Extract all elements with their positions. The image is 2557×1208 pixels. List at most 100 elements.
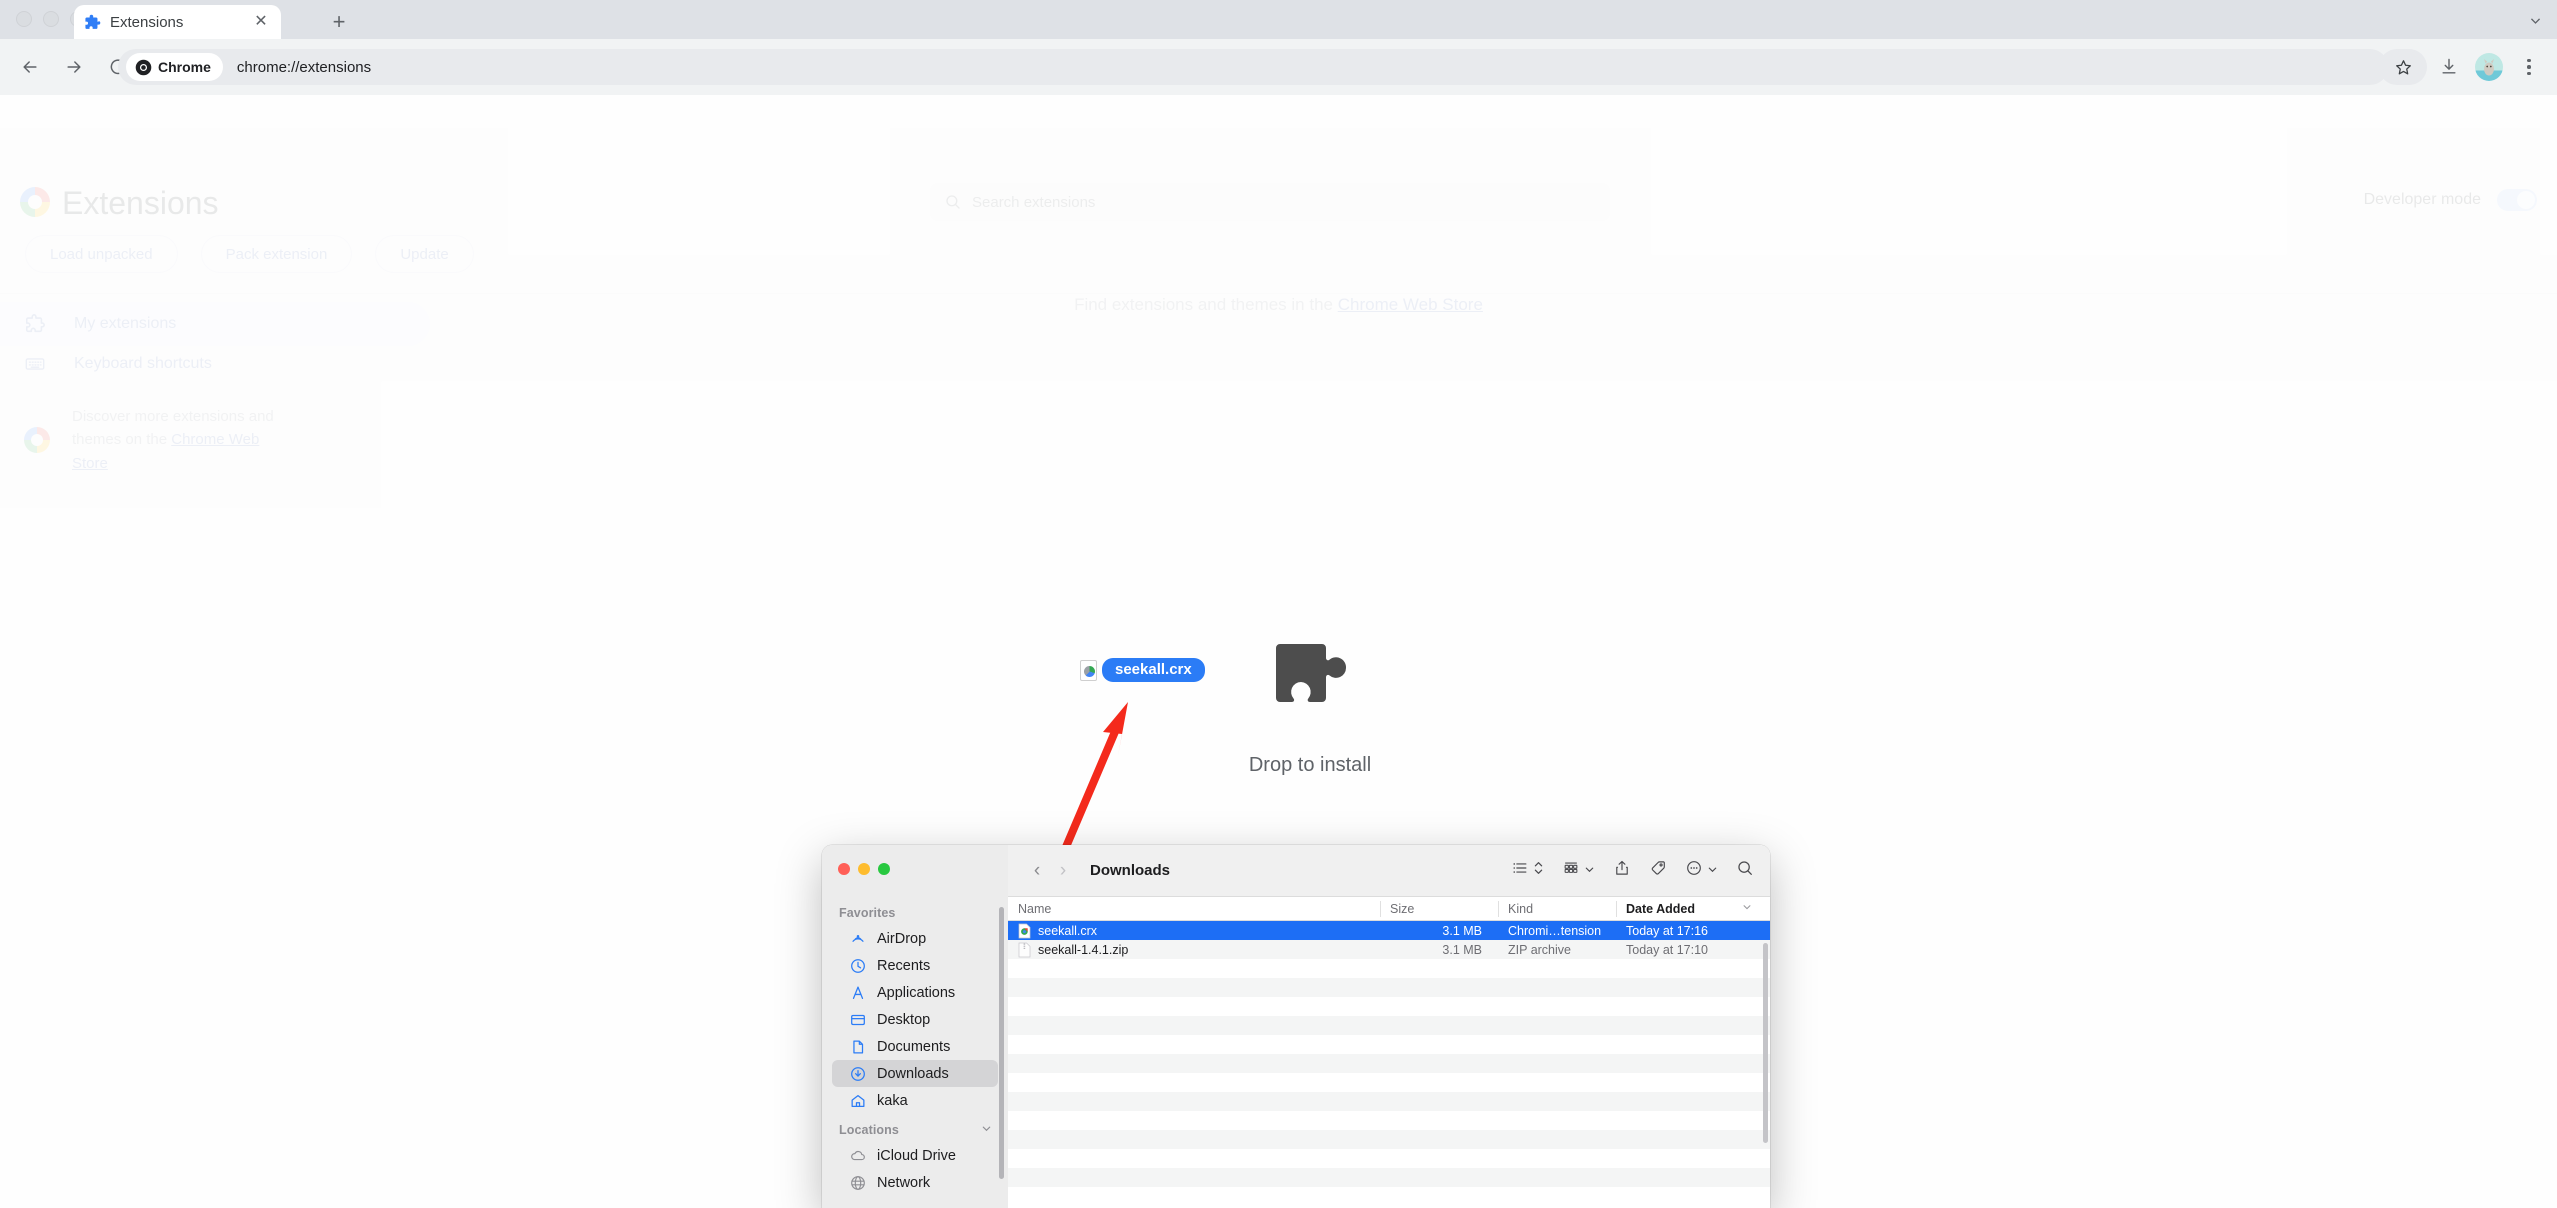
list-view-icon[interactable] xyxy=(1511,859,1529,882)
column-header-date-added[interactable]: Date Added xyxy=(1616,897,1762,921)
empty-row xyxy=(1008,1130,1770,1149)
omnibox-url: chrome://extensions xyxy=(236,58,372,76)
empty-row xyxy=(1008,1073,1770,1092)
window-minimize-button[interactable] xyxy=(43,11,59,27)
profile-avatar[interactable] xyxy=(2471,49,2507,85)
more-actions-icon[interactable] xyxy=(1685,859,1703,882)
finder-forward-button[interactable]: › xyxy=(1050,858,1076,884)
zip-file-icon xyxy=(1018,942,1031,958)
group-by-group[interactable] xyxy=(1562,860,1595,882)
cloud-icon xyxy=(849,1147,867,1165)
search-input[interactable]: Search extensions xyxy=(930,183,1610,221)
tabstrip-overflow-icon[interactable] xyxy=(2521,8,2549,32)
search-icon[interactable] xyxy=(1736,859,1754,882)
file-name-cell: seekall.crx xyxy=(1008,923,1380,939)
downloads-icon xyxy=(849,1065,867,1083)
puzzle-icon xyxy=(24,313,46,335)
chevron-down-icon[interactable] xyxy=(981,1123,992,1137)
sidebar-item-airdrop[interactable]: AirDrop xyxy=(832,925,998,952)
share-icon[interactable] xyxy=(1613,859,1631,882)
sidebar-item-label: AirDrop xyxy=(877,930,927,947)
omnibox[interactable]: Chrome chrome://extensions xyxy=(118,49,2388,85)
drag-ghost-seekall-crx: seekall.crx xyxy=(1080,658,1205,682)
sidebar-item-applications[interactable]: Applications xyxy=(832,979,998,1006)
chevron-down-icon[interactable] xyxy=(1742,902,1762,915)
finder-column-headers: Name Size Kind Date Added xyxy=(1008,897,1770,921)
chrome-webstore-logo-icon xyxy=(24,426,50,453)
sidebar-scrollbar[interactable] xyxy=(999,907,1004,1179)
chrome-menu-icon[interactable] xyxy=(2511,49,2547,85)
load-unpacked-button[interactable]: Load unpacked xyxy=(25,235,178,273)
file-kind: ZIP archive xyxy=(1508,942,1571,957)
sidebar-item-label: Desktop xyxy=(877,1011,931,1028)
chrome-toolbar-actions xyxy=(2379,49,2547,85)
extensions-actions: Load unpacked Pack extension Update xyxy=(25,235,474,273)
view-options-group[interactable] xyxy=(1511,859,1544,882)
column-header-kind[interactable]: Kind xyxy=(1498,897,1616,921)
forward-button[interactable] xyxy=(56,49,92,85)
back-button[interactable] xyxy=(12,49,48,85)
applications-icon xyxy=(849,984,867,1002)
empty-row xyxy=(1008,959,1770,978)
empty-state-message: Find extensions and themes in the Chrome… xyxy=(1074,295,1483,314)
close-icon[interactable]: ✕ xyxy=(251,12,271,32)
finder-main: ‹ › Downloads Name Size Kind Date Added … xyxy=(1008,845,1770,1208)
zoom-button[interactable] xyxy=(878,863,890,875)
keyboard-icon xyxy=(24,353,46,375)
sidebar-item-downloads[interactable]: Downloads xyxy=(832,1060,998,1087)
chrome-tabstrip: Extensions ✕ + xyxy=(0,0,2557,39)
sidebar-section-locations[interactable]: Locations xyxy=(822,1114,1008,1142)
close-button[interactable] xyxy=(838,863,850,875)
sidebar-item-label: Recents xyxy=(877,957,931,974)
tag-icon[interactable] xyxy=(1649,859,1667,882)
sidebar-item-network[interactable]: Network xyxy=(832,1169,998,1196)
pack-extension-button[interactable]: Pack extension xyxy=(200,235,353,273)
sidebar-item-label: My extensions xyxy=(74,315,177,332)
file-list-scrollbar[interactable] xyxy=(1763,943,1768,1143)
column-header-size[interactable]: Size xyxy=(1380,897,1498,921)
minimize-button[interactable] xyxy=(858,863,870,875)
drag-ghost-label: seekall.crx xyxy=(1102,658,1205,682)
sidebar-item-kaka[interactable]: kaka xyxy=(832,1087,998,1114)
page-title: Extensions xyxy=(62,185,219,221)
bookmark-star-icon[interactable] xyxy=(2379,49,2427,85)
more-actions-group[interactable] xyxy=(1685,859,1718,882)
chevron-down-icon[interactable] xyxy=(1707,864,1718,878)
new-tab-button[interactable]: + xyxy=(325,8,353,36)
crx-file-icon xyxy=(1080,659,1097,681)
developer-mode-control[interactable]: Developer mode xyxy=(2364,189,2537,211)
clock-icon xyxy=(849,957,867,975)
group-by-icon[interactable] xyxy=(1562,860,1580,882)
drop-to-install-zone: Drop to install xyxy=(1220,640,1400,777)
browser-tab-extensions[interactable]: Extensions ✕ xyxy=(74,5,281,39)
window-close-button[interactable] xyxy=(16,11,32,27)
empty-row xyxy=(1008,978,1770,997)
globe-icon xyxy=(849,1174,867,1192)
sidebar-item-desktop[interactable]: Desktop xyxy=(832,1006,998,1033)
sidebar-item-label: Downloads xyxy=(877,1065,949,1082)
document-icon xyxy=(849,1038,867,1056)
column-header-name[interactable]: Name xyxy=(1008,897,1380,921)
finder-back-button[interactable]: ‹ xyxy=(1024,858,1050,884)
sidebar-item-keyboard-shortcuts[interactable]: Keyboard shortcuts xyxy=(0,342,430,386)
sidebar-item-documents[interactable]: Documents xyxy=(832,1033,998,1060)
chevron-down-icon[interactable] xyxy=(1584,864,1595,878)
downloads-icon[interactable] xyxy=(2431,49,2467,85)
sidebar-item-icloud-drive[interactable]: iCloud Drive xyxy=(832,1142,998,1169)
table-row[interactable]: seekall-1.4.1.zip 3.1 MB ZIP archive Tod… xyxy=(1008,940,1770,959)
empty-row xyxy=(1008,1054,1770,1073)
finder-sidebar: Favorites AirDrop Recents Applications D… xyxy=(822,845,1008,1208)
developer-mode-toggle[interactable] xyxy=(2497,189,2537,211)
puzzle-icon xyxy=(1260,640,1360,730)
airdrop-icon xyxy=(849,930,867,948)
table-row[interactable]: seekall.crx 3.1 MB Chromi…tension Today … xyxy=(1008,921,1770,940)
sidebar-item-recents[interactable]: Recents xyxy=(832,952,998,979)
file-name-cell: seekall-1.4.1.zip xyxy=(1008,942,1380,958)
empty-row xyxy=(1008,1111,1770,1130)
sort-chevrons-icon[interactable] xyxy=(1533,860,1544,881)
update-button[interactable]: Update xyxy=(375,235,474,273)
sidebar-item-label: Applications xyxy=(877,984,956,1001)
chrome-web-store-link[interactable]: Chrome Web Store xyxy=(1338,295,1483,314)
empty-row xyxy=(1008,1035,1770,1054)
search-placeholder: Search extensions xyxy=(972,193,1096,211)
